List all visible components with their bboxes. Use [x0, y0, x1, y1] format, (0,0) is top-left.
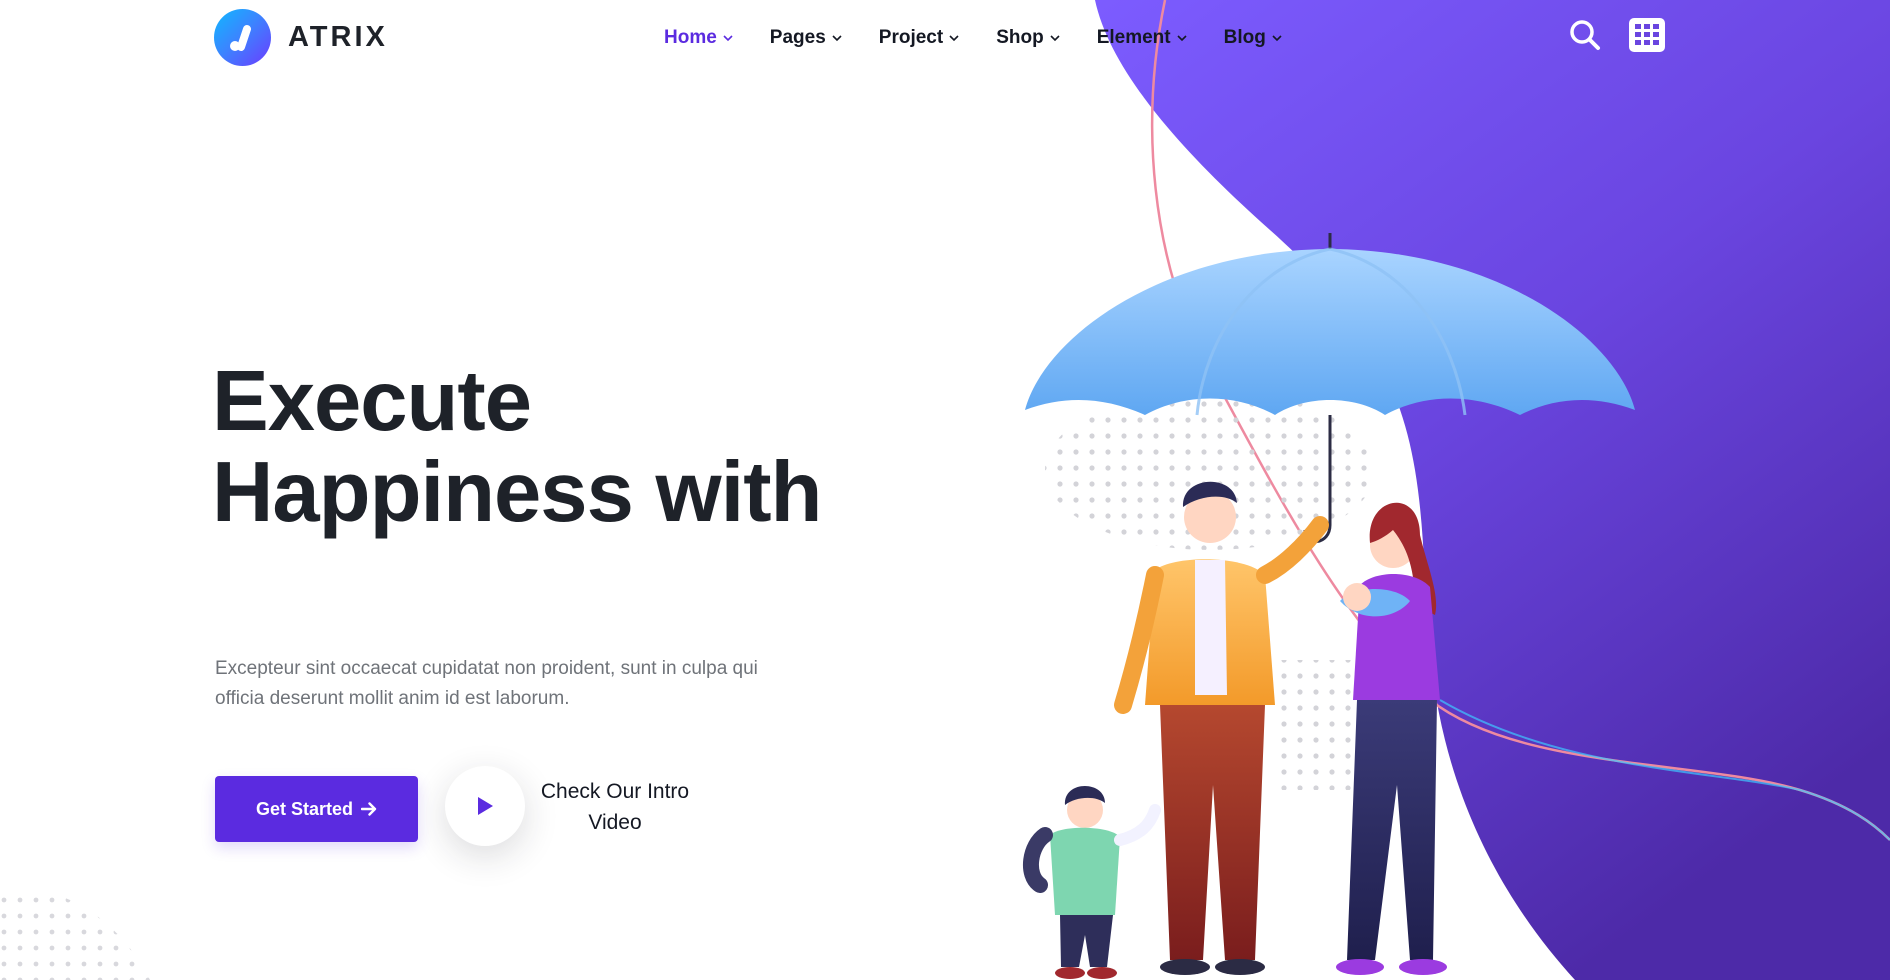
nav-item-project[interactable]: Project	[879, 22, 960, 54]
nav-item-label: Blog	[1223, 27, 1266, 48]
nav-item-blog[interactable]: Blog	[1224, 22, 1283, 54]
nav-item-home[interactable]: Home	[664, 22, 734, 54]
site-header: ATRIX Home Pages Project Shop Element Bl…	[0, 0, 1890, 78]
chevron-down-icon	[1177, 35, 1187, 42]
play-video-button[interactable]	[445, 766, 525, 846]
hero-description: Excepteur sint occaecat cupidatat non pr…	[215, 654, 815, 714]
chevron-down-icon	[1050, 35, 1060, 42]
hero-title: Execute Happiness with	[212, 356, 912, 538]
arrow-right-icon	[361, 802, 377, 816]
get-started-label: Get Started	[255, 798, 354, 819]
nav-item-pages[interactable]: Pages	[770, 22, 843, 54]
chevron-down-icon	[1272, 35, 1282, 42]
hero-title-line-1: Execute	[212, 354, 532, 449]
nav-item-shop[interactable]: Shop	[996, 22, 1061, 54]
grid-menu-icon[interactable]	[1628, 17, 1666, 58]
brand-logo[interactable]: ATRIX	[214, 9, 388, 66]
logo-icon	[214, 9, 271, 66]
nav-item-label: Pages	[769, 27, 826, 48]
hero-title-line-2: Happiness with	[212, 445, 822, 540]
nav-item-label: Shop	[996, 27, 1044, 48]
decorative-dot-pattern	[0, 888, 150, 980]
play-icon	[478, 797, 493, 815]
chevron-down-icon	[949, 35, 959, 42]
family-umbrella-illustration	[1022, 233, 1635, 979]
brand-name: ATRIX	[288, 21, 388, 53]
intro-video-line-1: Check Our Intro	[540, 780, 690, 803]
main-nav: Home Pages Project Shop Element Blog	[664, 22, 1283, 54]
get-started-button[interactable]: Get Started	[215, 776, 418, 842]
chevron-down-icon	[723, 35, 733, 42]
hero-description-line-2: officia deserunt mollit anim id est labo…	[215, 688, 570, 709]
intro-video-link[interactable]: Check Our Intro Video	[520, 776, 710, 838]
intro-video-line-2: Video	[588, 811, 642, 834]
nav-item-label: Element	[1096, 27, 1171, 48]
hero-description-line-1: Excepteur sint occaecat cupidatat non pr…	[215, 658, 758, 679]
search-icon[interactable]	[1568, 18, 1602, 57]
nav-item-label: Project	[878, 27, 944, 48]
chevron-down-icon	[832, 35, 842, 42]
nav-item-element[interactable]: Element	[1097, 22, 1188, 54]
nav-item-label: Home	[664, 27, 717, 48]
